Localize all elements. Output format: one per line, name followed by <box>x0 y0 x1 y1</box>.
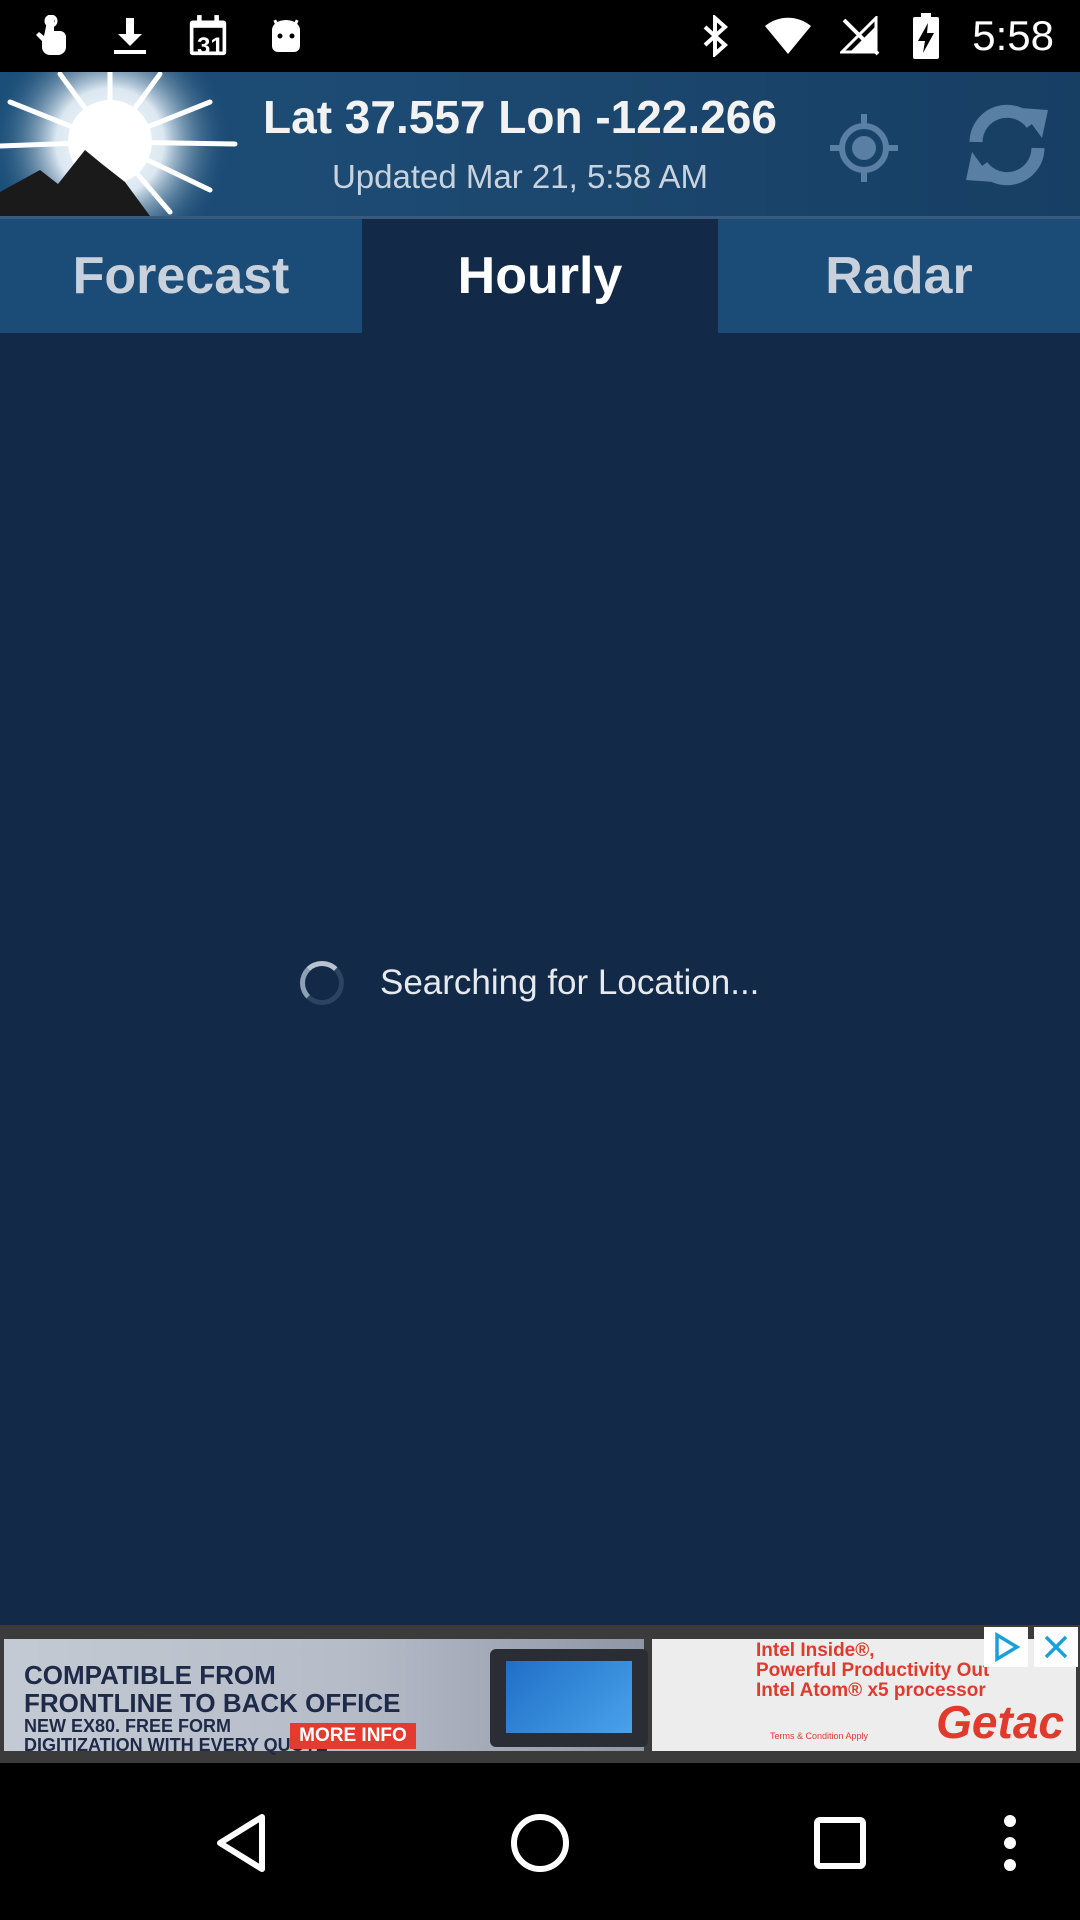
refresh-button[interactable] <box>960 98 1054 192</box>
tab-hourly[interactable]: Hourly <box>362 219 718 333</box>
loading-indicator: Searching for Location... <box>300 953 759 1013</box>
android-icon <box>266 16 306 56</box>
close-icon <box>1044 1635 1068 1659</box>
clock: 5:58 <box>972 12 1054 59</box>
app-header: Lat 37.557 Lon -122.266 Updated Mar 21, … <box>0 72 1080 219</box>
back-button[interactable] <box>202 1807 282 1879</box>
touch-icon <box>32 15 72 56</box>
bluetooth-icon <box>696 15 736 57</box>
ad-headline: COMPATIBLE FROM FRONTLINE TO BACK OFFICE <box>24 1660 401 1718</box>
overflow-menu-button[interactable] <box>980 1807 1040 1879</box>
home-button[interactable] <box>500 1807 580 1879</box>
ad-banner[interactable]: COMPATIBLE FROM FRONTLINE TO BACK OFFICE… <box>0 1625 1080 1763</box>
ad-close-button[interactable] <box>1034 1627 1078 1667</box>
ad-brand-logo: Getac <box>936 1696 1064 1748</box>
download-icon <box>110 16 150 56</box>
battery-charging-icon <box>906 13 946 59</box>
ad-subtext: NEW EX80. FREE FORM DIGITIZATION WITH EV… <box>24 1716 328 1755</box>
location-title: Lat 37.557 Lon -122.266 <box>263 91 777 143</box>
wifi-icon <box>762 16 814 56</box>
tab-radar[interactable]: Radar <box>718 219 1080 333</box>
overflow-menu-icon <box>1004 1815 1016 1871</box>
spinner-icon <box>300 961 344 1005</box>
back-icon <box>217 1814 265 1872</box>
tablet-image <box>490 1649 648 1747</box>
loading-text: Searching for Location... <box>380 963 760 1002</box>
tab-forecast[interactable]: Forecast <box>0 219 362 333</box>
content-area: Searching for Location... <box>0 333 1080 1625</box>
no-signal-icon <box>840 16 880 56</box>
status-bar: 31 5:58 <box>0 0 1080 72</box>
calendar-day: 31 <box>197 33 224 60</box>
tablet-screen <box>506 1661 632 1733</box>
locate-button[interactable] <box>826 110 902 186</box>
ad-intel-text: Intel Inside®, Powerful Productivity Out… <box>756 1640 990 1701</box>
recents-button[interactable] <box>800 1807 880 1879</box>
navigation-bar <box>0 1763 1080 1920</box>
refresh-icon <box>966 104 1048 186</box>
home-icon <box>511 1814 569 1872</box>
recents-icon <box>814 1817 866 1869</box>
calendar-icon: 31 <box>188 15 228 60</box>
ad-creative[interactable]: COMPATIBLE FROM FRONTLINE TO BACK OFFICE… <box>4 1639 648 1755</box>
ad-choices-button[interactable] <box>984 1627 1028 1667</box>
updated-timestamp: Updated Mar 21, 5:58 AM <box>331 158 709 195</box>
ad-terms: Terms & Condition Apply <box>770 1731 869 1741</box>
locate-icon <box>830 114 898 182</box>
ad-choices-icon <box>995 1632 1021 1662</box>
tab-bar: Forecast Hourly Radar <box>0 219 1080 333</box>
ad-more-info-button[interactable]: MORE INFO <box>290 1723 416 1749</box>
